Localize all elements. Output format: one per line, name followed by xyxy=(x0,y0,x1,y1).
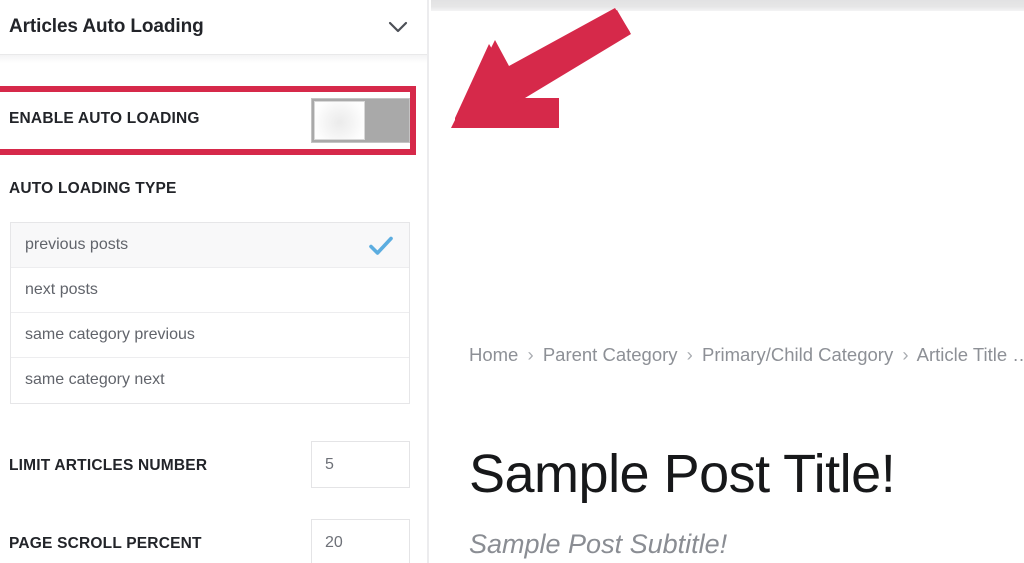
page-title: Articles Auto Loading xyxy=(9,16,204,37)
breadcrumb-separator: › xyxy=(902,344,909,365)
header-divider xyxy=(0,55,427,63)
breadcrumb-item-parent-category[interactable]: Parent Category xyxy=(543,344,678,365)
arrow-down-left-icon xyxy=(447,4,631,139)
chevron-down-icon[interactable] xyxy=(387,19,409,35)
breadcrumb-item-child-category[interactable]: Primary/Child Category xyxy=(702,344,893,365)
page-scroll-percent-input[interactable] xyxy=(311,519,410,563)
breadcrumb-separator: › xyxy=(527,344,534,365)
list-item-label: next posts xyxy=(25,281,98,298)
breadcrumb-separator: › xyxy=(686,344,693,365)
list-item[interactable]: same category next xyxy=(11,358,409,403)
app-screenshot: Articles Auto Loading ENABLE AUTO LOADIN… xyxy=(0,0,1024,563)
breadcrumb[interactable]: Home › Parent Category › Primary/Child C… xyxy=(469,344,1024,366)
list-item[interactable]: same category previous xyxy=(11,313,409,358)
panel-header[interactable]: Articles Auto Loading xyxy=(0,0,427,55)
list-item[interactable]: next posts xyxy=(11,268,409,313)
check-icon xyxy=(368,233,394,259)
limit-articles-number-input[interactable] xyxy=(311,441,410,488)
breadcrumb-item-home[interactable]: Home xyxy=(469,344,518,365)
limit-articles-number-label: LIMIT ARTICLES NUMBER xyxy=(9,457,208,474)
list-item-label: same category previous xyxy=(25,326,195,343)
list-item-label: previous posts xyxy=(25,236,129,253)
enable-auto-loading-toggle[interactable] xyxy=(311,98,410,143)
settings-panel: Articles Auto Loading ENABLE AUTO LOADIN… xyxy=(0,0,429,563)
enable-auto-loading-label: ENABLE AUTO LOADING xyxy=(9,110,200,127)
post-title: Sample Post Title! xyxy=(469,444,896,504)
breadcrumb-item-article-title[interactable]: Article Title … xyxy=(917,344,1024,365)
list-item[interactable]: previous posts xyxy=(11,223,409,268)
auto-loading-type-label: AUTO LOADING TYPE xyxy=(9,180,177,197)
toggle-knob xyxy=(314,101,365,140)
list-item-label: same category next xyxy=(25,371,165,388)
auto-loading-type-list: previous posts next posts same category … xyxy=(10,222,410,404)
page-scroll-percent-label: PAGE SCROLL PERCENT xyxy=(9,535,202,552)
article-preview-pane: Home › Parent Category › Primary/Child C… xyxy=(431,0,1024,563)
post-subtitle: Sample Post Subtitle! xyxy=(469,529,728,559)
